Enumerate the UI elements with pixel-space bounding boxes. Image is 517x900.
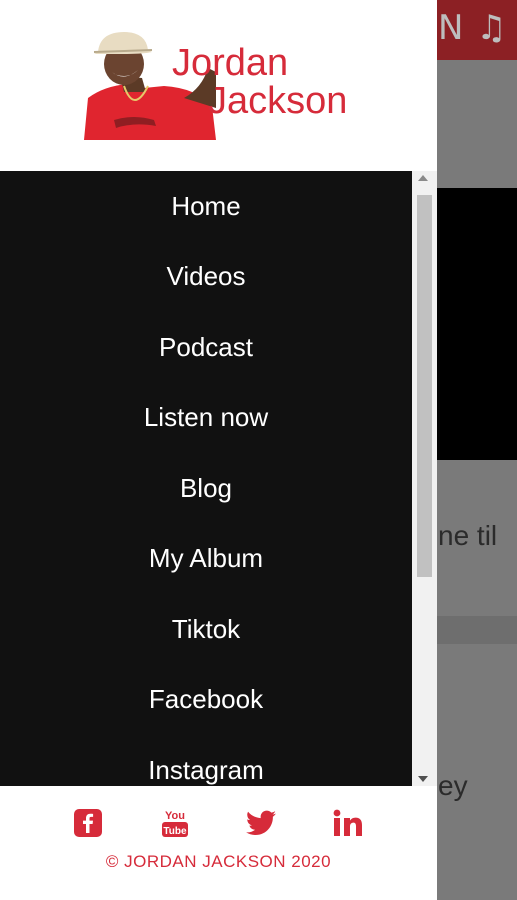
social-links: You Tube [0, 806, 437, 842]
navigation-drawer: Jordan Jackson Home Videos Podcast Liste… [0, 0, 437, 900]
menu-item-listen-now[interactable]: Listen now [0, 382, 412, 452]
scroll-up-arrow-icon[interactable] [418, 175, 428, 181]
menu-item-facebook[interactable]: Facebook [0, 664, 412, 734]
menu-item-videos[interactable]: Videos [0, 241, 412, 311]
menu-item-home[interactable]: Home [0, 171, 412, 241]
linkedin-icon [333, 809, 362, 836]
background-text: ne til [438, 520, 498, 551]
background-text: ey [438, 770, 468, 801]
scroll-down-arrow-icon[interactable] [418, 776, 428, 782]
menu-scrollbar[interactable] [412, 171, 437, 786]
drawer-menu: Home Videos Podcast Listen now Blog My A… [0, 171, 412, 786]
logo-text: Jordan Jackson [172, 44, 347, 120]
linkedin-link[interactable] [331, 806, 365, 840]
menu-item-podcast[interactable]: Podcast [0, 312, 412, 382]
youtube-icon: You Tube [162, 810, 188, 837]
facebook-link[interactable] [71, 806, 105, 840]
svg-text:Tube: Tube [163, 826, 187, 837]
twitter-link[interactable] [244, 806, 278, 840]
menu-item-my-album[interactable]: My Album [0, 523, 412, 593]
menu-item-blog[interactable]: Blog [0, 453, 412, 523]
drawer-header: Jordan Jackson [0, 0, 437, 171]
scroll-thumb[interactable] [417, 195, 432, 577]
youtube-link[interactable]: You Tube [158, 806, 192, 840]
menu-item-instagram[interactable]: Instagram [0, 735, 412, 786]
logo-first-name: Jordan [172, 42, 289, 84]
menu-item-tiktok[interactable]: Tiktok [0, 594, 412, 664]
twitter-icon [246, 810, 276, 835]
facebook-icon [74, 809, 102, 837]
logo-last-name: Jackson [208, 80, 348, 122]
svg-text:You: You [165, 810, 185, 822]
drawer-footer: You Tube © JORDAN JACKSON 2020 [0, 786, 437, 900]
background-header-title: N ♫ [438, 8, 508, 48]
copyright-text: © JORDAN JACKSON 2020 [105, 852, 332, 871]
